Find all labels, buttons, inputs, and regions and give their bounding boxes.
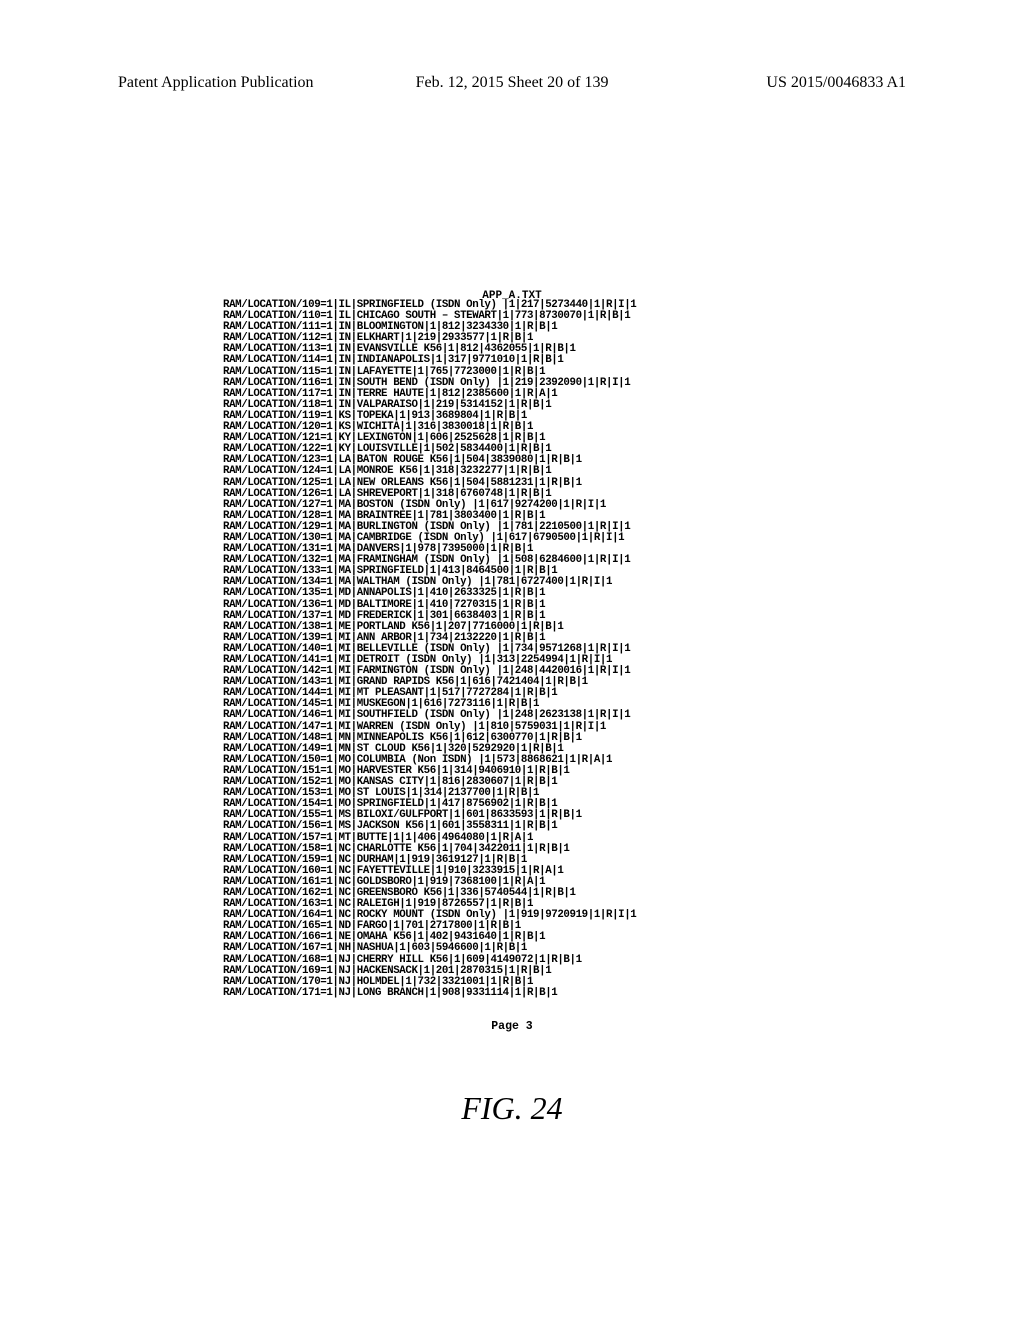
listing-row: RAM/LOCATION/147=1|MI|WARREN (ISDN Only)… [223,722,823,733]
listing-block: RAM/LOCATION/109=1|IL|SPRINGFIELD (ISDN … [223,300,823,999]
listing-row: RAM/LOCATION/157=1|MT|BUTTE|1|1|406|4964… [223,833,823,844]
listing-row: RAM/LOCATION/114=1|IN|INDIANAPOLIS|1|317… [223,355,823,366]
listing-row: RAM/LOCATION/124=1|LA|MONROE K56|1|318|3… [223,466,823,477]
figure-caption: FIG. 24 [0,1090,1024,1127]
listing-row: RAM/LOCATION/168=1|NJ|CHERRY HILL K56|1|… [223,955,823,966]
listing-row: RAM/LOCATION/156=1|MS|JACKSON K56|1|601|… [223,821,823,832]
listing-row: RAM/LOCATION/146=1|MI|SOUTHFIELD (ISDN O… [223,710,823,721]
listing-row: RAM/LOCATION/135=1|MD|ANNAPOLIS|1|410|26… [223,588,823,599]
listing-page-number: Page 3 [0,1020,1024,1033]
listing-row: RAM/LOCATION/171=1|NJ|LONG BRANCH|1|908|… [223,988,823,999]
header-right: US 2015/0046833 A1 [766,74,906,92]
listing-row: RAM/LOCATION/115=1|IN|LAFAYETTE|1|765|77… [223,367,823,378]
listing-row: RAM/LOCATION/167=1|NH|NASHUA|1|603|59466… [223,943,823,954]
listing-row: RAM/LOCATION/136=1|MD|BALTIMORE|1|410|72… [223,600,823,611]
patent-page: Patent Application Publication Feb. 12, … [0,0,1024,1320]
listing-row: RAM/LOCATION/125=1|LA|NEW ORLEANS K56|1|… [223,478,823,489]
